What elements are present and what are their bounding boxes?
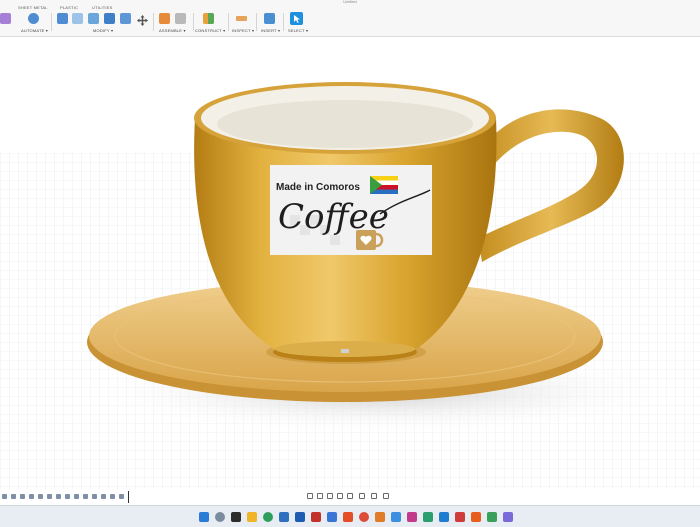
- assemble-menu[interactable]: ASSEMBLE ▾: [159, 28, 186, 33]
- edge-icon[interactable]: [263, 512, 273, 522]
- timeline-feature-icon[interactable]: [119, 494, 124, 499]
- window-title: Untitled: [343, 0, 357, 4]
- automate-menu[interactable]: AUTOMATE ▾: [21, 28, 48, 33]
- timeline-feature-icon[interactable]: [92, 494, 97, 499]
- word-icon[interactable]: [327, 512, 337, 522]
- fit-icon[interactable]: [347, 493, 353, 499]
- timeline-feature-icon[interactable]: [47, 494, 52, 499]
- toolbar-divider: [256, 13, 257, 31]
- windows-start-icon[interactable]: [199, 512, 209, 522]
- modify-shell-icon[interactable]: [88, 13, 99, 24]
- timeline-feature-icon[interactable]: [83, 494, 88, 499]
- app-icon[interactable]: [471, 512, 481, 522]
- model-render: Made in Comoros Coffee: [0, 82, 700, 489]
- toolbar-divider: [193, 13, 194, 31]
- pan-icon[interactable]: [327, 493, 333, 499]
- toolbar-divider: [228, 13, 229, 31]
- tab-sheet-metal[interactable]: SHEET METAL: [18, 5, 48, 10]
- decal-line1: Made in Comoros: [276, 182, 360, 193]
- store-icon[interactable]: [279, 512, 289, 522]
- timeline-prev-icon[interactable]: [11, 494, 16, 499]
- timeline-feature-icon[interactable]: [101, 494, 106, 499]
- mail-icon[interactable]: [295, 512, 305, 522]
- sheet-icon[interactable]: [0, 13, 11, 24]
- zoom-icon[interactable]: [337, 493, 343, 499]
- photos-icon[interactable]: [391, 512, 401, 522]
- inspect-measure-icon[interactable]: [236, 13, 247, 24]
- select-menu[interactable]: SELECT ▾: [288, 28, 308, 33]
- select-cursor-icon[interactable]: [290, 12, 303, 25]
- timeline-feature-icon[interactable]: [110, 494, 115, 499]
- timeline-feature-icon[interactable]: [38, 494, 43, 499]
- modify-fillet-icon[interactable]: [72, 13, 83, 24]
- timeline-feature-icon[interactable]: [74, 494, 79, 499]
- comoros-flag-icon: [370, 176, 398, 194]
- assemble-as-built-icon[interactable]: [175, 13, 186, 24]
- inspect-menu[interactable]: INSPECT ▾: [232, 28, 254, 33]
- app-icon[interactable]: [487, 512, 497, 522]
- construct-plane-icon[interactable]: [203, 13, 214, 24]
- settings-icon[interactable]: [503, 512, 513, 522]
- modify-menu[interactable]: MODIFY ▾: [93, 28, 113, 33]
- search-icon[interactable]: [215, 512, 225, 522]
- timeline-marker[interactable]: [128, 491, 129, 503]
- insert-menu[interactable]: INSERT ▾: [261, 28, 280, 33]
- grid-settings-icon[interactable]: [371, 493, 377, 499]
- toolbar-divider: [153, 13, 154, 31]
- tab-utilities[interactable]: UTILITIES: [92, 5, 112, 10]
- tab-plastic[interactable]: PLASTIC: [60, 5, 78, 10]
- chrome-icon[interactable]: [359, 512, 369, 522]
- office-icon[interactable]: [311, 512, 321, 522]
- timeline-feature-icon[interactable]: [65, 494, 70, 499]
- file-explorer-icon[interactable]: [247, 512, 257, 522]
- modify-combine-icon[interactable]: [104, 13, 115, 24]
- orbit-icon[interactable]: [307, 493, 313, 499]
- insert-image-icon[interactable]: [264, 13, 275, 24]
- automate-icon[interactable]: [28, 13, 39, 24]
- assemble-joint-icon[interactable]: [159, 13, 170, 24]
- app-icon[interactable]: [423, 512, 433, 522]
- media-icon[interactable]: [407, 512, 417, 522]
- app-icon[interactable]: [455, 512, 465, 522]
- toolbar-divider: [51, 13, 52, 31]
- app-icon[interactable]: [343, 512, 353, 522]
- toolbar-divider: [283, 13, 284, 31]
- display-settings-icon[interactable]: [359, 493, 365, 499]
- move-icon[interactable]: [137, 13, 148, 26]
- look-at-icon[interactable]: [317, 493, 323, 499]
- taskbar: [0, 505, 700, 527]
- timeline-play-icon[interactable]: [20, 494, 25, 499]
- viewports-icon[interactable]: [383, 493, 389, 499]
- modify-split-icon[interactable]: [120, 13, 131, 24]
- toolbar: Untitled SHEET METAL PLASTIC UTILITIES A…: [0, 0, 700, 37]
- vscode-icon[interactable]: [439, 512, 449, 522]
- modify-press-pull-icon[interactable]: [57, 13, 68, 24]
- timeline-feature-icon[interactable]: [29, 494, 34, 499]
- construct-menu[interactable]: CONSTRUCT ▾: [195, 28, 225, 33]
- task-view-icon[interactable]: [231, 512, 241, 522]
- timeline-start-icon[interactable]: [2, 494, 7, 499]
- canvas-viewport[interactable]: Made in Comoros Coffee: [0, 37, 700, 489]
- fusion-icon[interactable]: [375, 512, 385, 522]
- timeline-feature-icon[interactable]: [56, 494, 61, 499]
